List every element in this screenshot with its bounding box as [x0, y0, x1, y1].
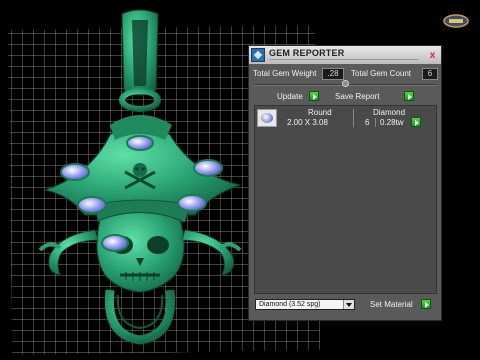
pendant-bail — [119, 9, 161, 112]
title-rule — [269, 59, 419, 60]
gem-size: 2.00 X 3.08 — [287, 118, 328, 127]
close-button[interactable]: x — [427, 50, 438, 61]
close-icon: x — [429, 50, 436, 61]
update-label: Update — [277, 92, 303, 101]
update-button[interactable] — [309, 91, 319, 101]
gem-weight: 0.28tw — [380, 118, 404, 127]
save-report-label: Save Report — [335, 92, 380, 101]
save-report-button[interactable] — [404, 91, 414, 101]
set-material-button[interactable] — [421, 299, 431, 309]
total-gem-count-label: Total Gem Count — [351, 69, 412, 78]
round-gem-icon — [257, 109, 277, 127]
chevron-down-icon[interactable] — [343, 300, 354, 309]
gem-report-list[interactable]: Round 2.00 X 3.08 Diamond 6 0.28tw — [254, 105, 437, 294]
column-divider — [375, 118, 376, 127]
gem-shape: Round — [308, 108, 332, 117]
panel-title: GEM REPORTER — [269, 48, 345, 58]
set-material-label: Set Material — [370, 300, 413, 309]
total-gem-count-value: 6 — [422, 68, 438, 80]
gem-type: Diamond — [373, 108, 406, 117]
total-gem-weight-value: .28 — [322, 68, 344, 80]
gem-reporter-app-icon — [251, 48, 265, 62]
total-gem-weight-label: Total Gem Weight — [253, 69, 317, 78]
navigation-logo-icon[interactable] — [443, 14, 469, 28]
gem-count: 6 — [365, 118, 370, 127]
material-selected-value: Diamond (3.52 spg) — [259, 301, 321, 308]
resize-handle[interactable] — [342, 80, 349, 87]
material-dropdown[interactable]: Diamond (3.52 spg) — [255, 299, 355, 310]
title-bar[interactable]: GEM REPORTER x — [249, 46, 441, 64]
gem-reporter-panel: GEM REPORTER x Total Gem Weight .28 Tota… — [248, 45, 442, 321]
gem-row-select-button[interactable] — [411, 117, 421, 127]
column-divider — [353, 109, 354, 127]
